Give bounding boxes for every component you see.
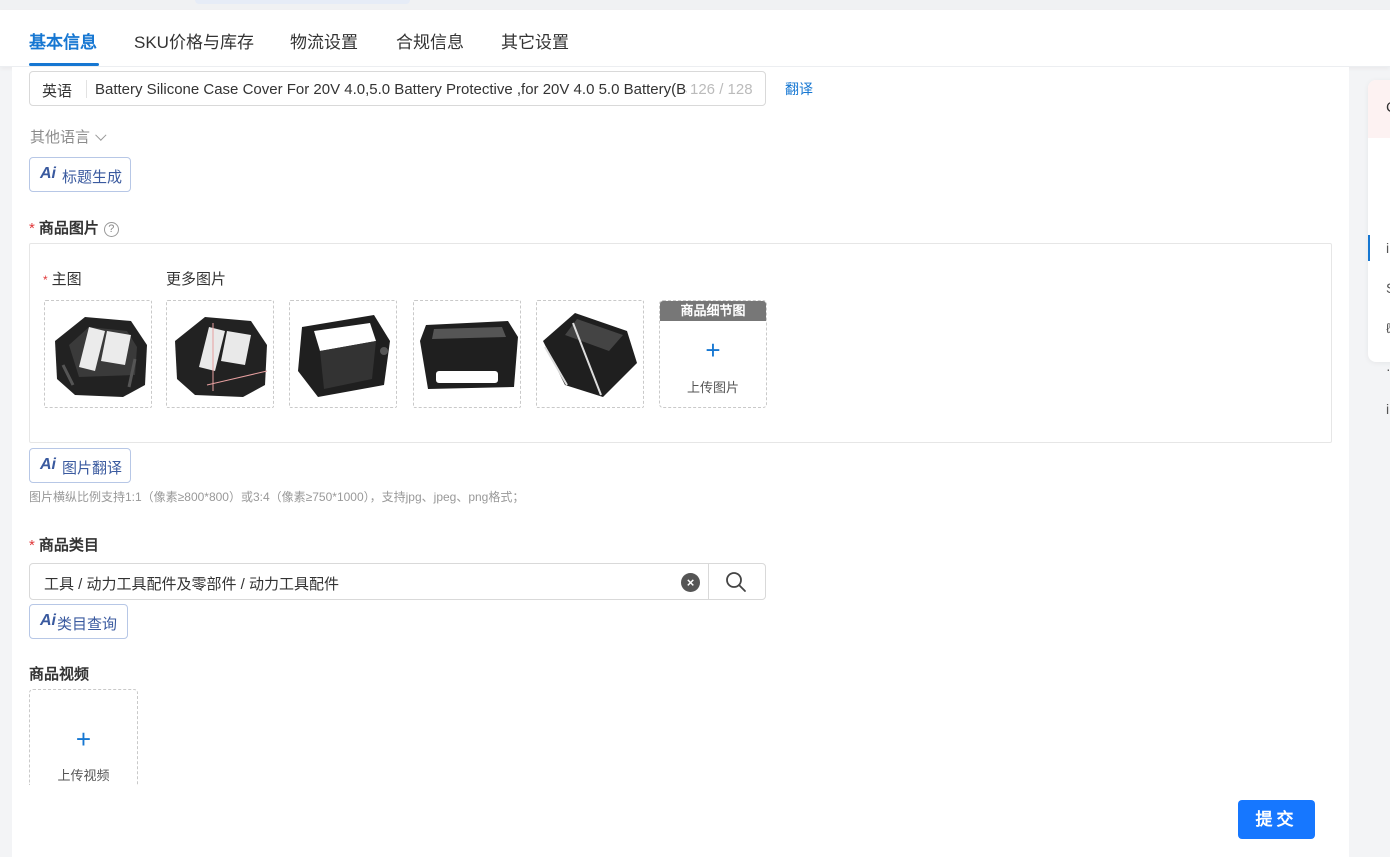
image-format-hint: 图片横纵比例支持1:1（像素≥800*800）或3:4（像素≥750*1000）… <box>29 490 525 504</box>
submit-button[interactable]: 提交 <box>1238 800 1315 839</box>
required-mark: * <box>29 537 35 554</box>
category-search-button[interactable] <box>708 564 766 599</box>
side-anchor-item[interactable]: i <box>1386 401 1389 417</box>
tab-logistics[interactable]: 物流设置 <box>290 28 358 53</box>
main-image-heading: * 主图 <box>43 268 82 289</box>
title-input[interactable]: 英语 Battery Silicone Case Cover For 20V 4… <box>29 71 766 106</box>
divider <box>86 80 87 98</box>
top-strip-highlight <box>195 0 410 4</box>
product-thumbnail[interactable] <box>413 300 521 408</box>
side-panel-header-glyph: C <box>1386 99 1390 116</box>
required-mark: * <box>29 220 35 237</box>
clear-icon[interactable]: × <box>681 573 700 592</box>
side-anchor-panel: C i S ℓ · i <box>1368 80 1390 417</box>
question-circle-icon[interactable]: ? <box>103 222 119 237</box>
side-anchor-item[interactable]: ℓ <box>1386 320 1390 336</box>
product-images-label: 商品图片 <box>38 220 99 237</box>
tab-sku-price-stock[interactable]: SKU价格与库存 <box>134 28 254 53</box>
category-selector[interactable]: 工具 / 动力工具配件及零部件 / 动力工具配件 × <box>29 563 766 600</box>
top-strip <box>0 0 1390 10</box>
ai-category-query-label: 类目查询 <box>57 616 118 633</box>
ai-title-generate-button[interactable]: Ai 标题生成 <box>29 157 131 192</box>
title-value[interactable]: Battery Silicone Case Cover For 20V 4.0,… <box>95 81 687 98</box>
required-mark: * <box>43 273 48 287</box>
battery-case-image <box>55 317 147 397</box>
side-anchor-item[interactable]: · <box>1386 361 1390 377</box>
title-char-count: 126 / 128 <box>690 81 753 98</box>
tab-bar: 基本信息 SKU价格与库存 物流设置 合规信息 其它设置 <box>0 10 1390 67</box>
translate-link[interactable]: 翻译 <box>785 79 813 99</box>
ai-icon: Ai <box>40 612 56 629</box>
main-image-label: 主图 <box>51 271 82 288</box>
side-panel-header: C <box>1368 80 1390 138</box>
side-anchor-item[interactable]: S <box>1386 280 1390 296</box>
upload-video-button[interactable]: + 上传视频 <box>29 689 138 785</box>
ai-category-query-button[interactable]: Ai 类目查询 <box>29 604 128 639</box>
search-icon <box>726 572 746 592</box>
more-images-label: 更多图片 <box>166 271 227 288</box>
ai-icon: Ai <box>40 456 56 473</box>
product-thumbnail[interactable] <box>289 300 397 408</box>
category-value: 工具 / 动力工具配件及零部件 / 动力工具配件 <box>44 576 340 593</box>
battery-case-image <box>420 321 518 389</box>
product-video-label: 商品视频 <box>29 666 90 683</box>
battery-case-image <box>298 315 390 397</box>
category-heading: * 商品类目 <box>29 534 99 555</box>
product-thumbnail[interactable] <box>44 300 152 408</box>
tab-compliance[interactable]: 合规信息 <box>396 28 464 53</box>
plus-icon: + <box>75 724 92 754</box>
detail-image-tag: 商品细节图 <box>660 301 766 321</box>
side-panel-active-bar <box>1368 235 1370 261</box>
ai-icon: Ai <box>40 165 56 182</box>
ai-image-translate-label: 图片翻译 <box>62 460 123 477</box>
active-tab-indicator <box>29 63 99 66</box>
upload-image-label: 上传图片 <box>686 380 739 395</box>
tab-basic-info[interactable]: 基本信息 <box>29 28 97 53</box>
ai-title-generate-label: 标题生成 <box>62 169 123 186</box>
side-anchor-item[interactable]: i <box>1386 240 1389 256</box>
upload-video-label: 上传视频 <box>57 768 110 783</box>
plus-icon: + <box>705 335 721 365</box>
other-languages-label: 其他语言 <box>30 129 91 146</box>
upload-detail-image-button[interactable]: 商品细节图 + 上传图片 <box>659 300 767 408</box>
tab-other-settings[interactable]: 其它设置 <box>501 28 569 53</box>
title-language-label: 英语 <box>42 83 73 100</box>
other-languages-toggle[interactable]: 其他语言 <box>30 126 107 147</box>
battery-case-image <box>543 313 637 397</box>
category-label: 商品类目 <box>38 537 99 554</box>
form-panel <box>12 67 1349 857</box>
battery-case-image <box>175 317 268 397</box>
ai-image-translate-button[interactable]: Ai 图片翻译 <box>29 448 131 483</box>
product-thumbnail[interactable] <box>536 300 644 408</box>
product-images-heading: * 商品图片? <box>29 217 119 238</box>
product-thumbnail[interactable] <box>166 300 274 408</box>
